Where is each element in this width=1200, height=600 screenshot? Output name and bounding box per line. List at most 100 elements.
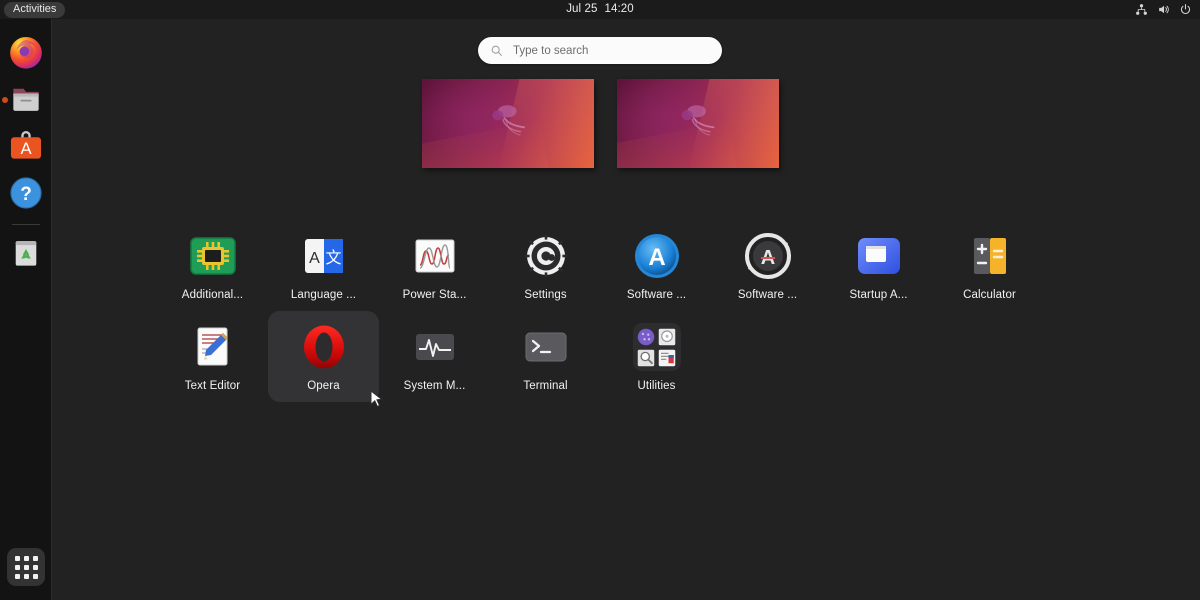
app-label: Utilities <box>638 380 676 392</box>
app-icon <box>189 323 237 371</box>
svg-text:A: A <box>648 244 665 271</box>
grid-dot <box>33 574 38 579</box>
app-tile-power-statistics[interactable]: Power Sta... <box>379 220 490 311</box>
mini-icon-disks <box>637 328 655 346</box>
grid-dot <box>33 556 38 561</box>
clock-date: Jul 25 <box>566 3 597 15</box>
grid-dot <box>15 574 20 579</box>
app-label: Opera <box>307 380 339 392</box>
app-tile-terminal[interactable]: Terminal <box>490 311 601 402</box>
app-label: Power Sta... <box>403 289 467 301</box>
help-icon: ? <box>7 174 45 212</box>
workspace-thumbnail-2[interactable] <box>617 79 779 168</box>
app-tile-additional-drivers[interactable]: Additional... <box>157 220 268 311</box>
files-notification-badge <box>2 97 8 103</box>
search-bar[interactable] <box>478 37 722 64</box>
ubuntu-software-icon: A <box>7 127 45 165</box>
svg-text:?: ? <box>20 184 32 205</box>
app-label: Software ... <box>627 289 686 301</box>
app-tile-software-properties[interactable]: A Software ... <box>601 220 712 311</box>
dock-item-trash[interactable] <box>7 234 45 272</box>
grid-dot <box>15 565 20 570</box>
app-icon <box>522 323 570 371</box>
gear-icon <box>522 232 570 280</box>
desktop-overview: Activities Jul 2514:20 <box>0 0 1200 600</box>
clock[interactable]: Jul 2514:20 <box>566 0 634 19</box>
app-icon <box>411 232 459 280</box>
app-label: Additional... <box>182 289 243 301</box>
app-label: Calculator <box>963 289 1016 301</box>
app-icon <box>300 323 348 371</box>
opera-icon <box>300 323 348 371</box>
app-label: Language ... <box>291 289 356 301</box>
text-editor-icon <box>189 323 237 371</box>
app-tile-utilities-folder[interactable]: Utilities <box>601 311 712 402</box>
mini-icon-document <box>658 349 676 367</box>
app-icon: A 文 <box>300 232 348 280</box>
grid-dot <box>33 565 38 570</box>
app-icon <box>189 232 237 280</box>
svg-text:文: 文 <box>325 249 341 267</box>
network-icon[interactable] <box>1135 3 1148 16</box>
power-icon[interactable] <box>1179 3 1192 16</box>
folder-icon <box>633 323 681 371</box>
app-icon: A <box>633 232 681 280</box>
application-grid: Additional... A 文 Language ... <box>52 220 1200 402</box>
activities-button[interactable]: Activities <box>4 2 65 18</box>
grid-dot <box>24 556 29 561</box>
search-area <box>0 37 1200 64</box>
app-label: Software ... <box>738 289 797 301</box>
dock-item-files[interactable] <box>7 80 45 118</box>
search-input[interactable] <box>513 45 722 57</box>
app-icon <box>522 232 570 280</box>
app-tile-settings[interactable]: Settings <box>490 220 601 311</box>
terminal-icon <box>522 323 570 371</box>
software-updater-icon: A <box>744 232 792 280</box>
app-tile-calculator[interactable]: Calculator <box>934 220 1045 311</box>
app-tile-system-monitor[interactable]: System M... <box>379 311 490 402</box>
app-icon <box>966 232 1014 280</box>
system-status-area[interactable] <box>1135 0 1192 19</box>
mini-icon-search-files <box>637 349 655 367</box>
grid-dot <box>15 556 20 561</box>
top-bar: Activities Jul 2514:20 <box>0 0 1200 19</box>
dock-item-ubuntu-software[interactable]: A <box>7 127 45 165</box>
app-label: Settings <box>524 289 566 301</box>
workspace-thumbnails <box>0 79 1200 168</box>
app-icon <box>855 232 903 280</box>
grid-dot <box>24 565 29 570</box>
app-tile-software-updater[interactable]: A Software ... <box>712 220 823 311</box>
app-icon: A <box>744 232 792 280</box>
app-tile-text-editor[interactable]: Text Editor <box>157 311 268 402</box>
app-tile-language-support[interactable]: A 文 Language ... <box>268 220 379 311</box>
dock-item-firefox[interactable] <box>7 33 45 71</box>
power-statistics-icon <box>411 232 459 280</box>
files-icon <box>7 80 45 118</box>
show-applications-button[interactable] <box>7 548 45 586</box>
dock-item-help[interactable]: ? <box>7 174 45 212</box>
app-label: Text Editor <box>185 380 240 392</box>
svg-text:A: A <box>20 139 32 158</box>
app-icon <box>411 323 459 371</box>
firefox-icon <box>7 33 45 71</box>
software-properties-icon: A <box>633 232 681 280</box>
trash-icon <box>7 234 45 272</box>
calculator-icon <box>966 232 1014 280</box>
startup-applications-icon <box>855 232 903 280</box>
jellyfish-art <box>660 97 744 152</box>
grid-dot <box>24 574 29 579</box>
app-label: System M... <box>404 380 466 392</box>
svg-text:A: A <box>309 250 320 267</box>
system-monitor-icon <box>411 323 459 371</box>
app-tile-startup-applications[interactable]: Startup A... <box>823 220 934 311</box>
app-row: Text Editor <box>52 311 1200 402</box>
volume-icon[interactable] <box>1157 3 1170 16</box>
workspace-thumbnail-1[interactable] <box>422 79 594 168</box>
app-label: Startup A... <box>849 289 907 301</box>
search-icon <box>490 44 503 57</box>
app-tile-opera[interactable]: Opera <box>268 311 379 402</box>
app-row: Additional... A 文 Language ... <box>52 220 1200 311</box>
dock-separator <box>12 224 40 225</box>
language-icon: A 文 <box>300 232 348 280</box>
dock: A ? <box>0 19 52 600</box>
